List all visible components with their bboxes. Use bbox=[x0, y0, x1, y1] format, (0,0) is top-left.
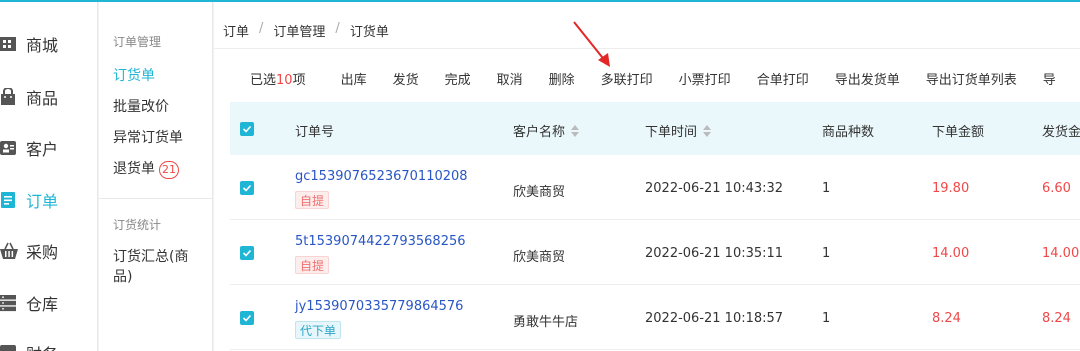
row-checkbox[interactable] bbox=[240, 246, 254, 260]
annotation-arrow-icon bbox=[573, 21, 610, 67]
customer-name: 欣美商贸 bbox=[513, 185, 566, 200]
selection-summary: 已选10项 bbox=[250, 72, 306, 88]
product-kinds: 1 bbox=[822, 246, 831, 261]
product-kinds: 1 bbox=[822, 311, 831, 326]
submenu-item-abnormal-orders[interactable]: 异常订货单 bbox=[113, 127, 183, 147]
main-content: 订单 / 订单管理 / 订货单 已选10项 出库 发货 完成 取消 删除 多联打… bbox=[214, 2, 1080, 351]
returns-count-badge: 21 bbox=[159, 161, 179, 179]
submenu-group-title: 订货统计 bbox=[113, 218, 162, 232]
stock-out-button[interactable]: 出库 bbox=[341, 69, 367, 88]
breadcrumb-separator: / bbox=[259, 21, 264, 36]
submenu-divider bbox=[99, 198, 213, 199]
ship-amount: 14.00 bbox=[1042, 246, 1080, 261]
sort-icon[interactable] bbox=[703, 124, 712, 137]
sort-icon[interactable] bbox=[571, 124, 580, 137]
sidebar-item-label: 商城 bbox=[26, 36, 59, 55]
product-kinds: 1 bbox=[822, 181, 831, 196]
submenu-item-order-summary[interactable]: 订货汇总(商品) bbox=[113, 247, 205, 287]
header-product-kinds: 商品种数 bbox=[822, 125, 875, 140]
breadcrumb-item[interactable]: 订单管理 bbox=[273, 21, 325, 40]
cancel-button[interactable]: 取消 bbox=[497, 69, 523, 88]
order-number-link[interactable]: gc1539076523670110208 bbox=[295, 169, 468, 184]
order-amount: 19.80 bbox=[932, 181, 970, 196]
sidebar-item-label: 采购 bbox=[26, 243, 59, 262]
header-customer[interactable]: 客户名称 bbox=[513, 121, 580, 140]
sidebar-item-warehouse[interactable]: 仓库 bbox=[0, 288, 98, 318]
sidebar-item-customers[interactable]: 客户 bbox=[0, 133, 98, 163]
complete-button[interactable]: 完成 bbox=[445, 69, 471, 88]
order-number-link[interactable]: 5t1539074422793568256 bbox=[295, 234, 466, 249]
customer-name: 欣美商贸 bbox=[513, 250, 566, 265]
order-amount: 8.24 bbox=[932, 311, 961, 326]
header-order-amount: 下单金额 bbox=[932, 125, 985, 140]
sidebar-item-label: 财务 bbox=[26, 341, 58, 351]
sidebar-item-finance[interactable]: 财务 bbox=[0, 338, 98, 351]
order-time: 2022-06-21 10:43:32 bbox=[645, 181, 784, 196]
breadcrumb-separator: / bbox=[335, 21, 340, 36]
row-checkbox[interactable] bbox=[240, 181, 254, 195]
order-amount: 14.00 bbox=[932, 246, 970, 261]
pickup-tag: 自提 bbox=[295, 256, 330, 274]
submenu-item-returns[interactable]: 退货单 21 bbox=[113, 158, 179, 179]
submenu-item-batch-price[interactable]: 批量改价 bbox=[113, 96, 169, 116]
header-order-time[interactable]: 下单时间 bbox=[645, 121, 712, 140]
table-row[interactable]: gc1539076523670110208 自提 欣美商贸 2022-06-21… bbox=[230, 155, 1080, 220]
selected-count: 10 bbox=[276, 72, 293, 88]
submenu-item-order-list[interactable]: 订货单 bbox=[113, 65, 155, 85]
export-order-list-button[interactable]: 导出订货单列表 bbox=[926, 69, 1017, 88]
ship-amount: 8.24 bbox=[1042, 311, 1071, 326]
sidebar-item-orders[interactable]: 订单 bbox=[0, 185, 98, 215]
order-time: 2022-06-21 10:18:57 bbox=[645, 311, 784, 326]
export-shipping-button[interactable]: 导出发货单 bbox=[835, 69, 900, 88]
breadcrumb-item-current: 订货单 bbox=[349, 25, 389, 40]
basket-icon bbox=[0, 242, 18, 260]
order-number-link[interactable]: jy1539070335779864576 bbox=[295, 299, 463, 314]
table-header: 订单号 客户名称 下单时间 商品种数 下单金额 发货金 bbox=[230, 102, 1080, 155]
sidebar-item-label: 订单 bbox=[26, 192, 59, 211]
main-sidebar: 商城 商品 客户 订单 采购 仓库 财务 bbox=[0, 2, 98, 351]
sidebar-item-label: 客户 bbox=[26, 140, 59, 159]
ship-button[interactable]: 发货 bbox=[393, 69, 419, 88]
breadcrumb-item[interactable]: 订单 bbox=[223, 21, 249, 40]
breadcrumb: 订单 / 订单管理 / 订货单 bbox=[223, 21, 389, 40]
merge-print-button[interactable]: 合单打印 bbox=[757, 69, 809, 88]
user-icon bbox=[0, 139, 18, 157]
table-row[interactable]: jy1539070335779864576 代下单 勇敢牛牛店 2022-06-… bbox=[230, 285, 1080, 350]
warehouse-icon bbox=[0, 294, 18, 312]
breadcrumb-divider bbox=[214, 48, 1080, 49]
select-all-checkbox[interactable] bbox=[240, 122, 254, 136]
header-order-no: 订单号 bbox=[295, 125, 335, 140]
receipt-print-button[interactable]: 小票打印 bbox=[679, 69, 731, 88]
bag-icon bbox=[0, 88, 18, 106]
batch-toolbar: 已选10项 出库 发货 完成 取消 删除 多联打印 小票打印 合单打印 导出发货… bbox=[250, 68, 1056, 88]
sidebar-item-purchase[interactable]: 采购 bbox=[0, 236, 98, 266]
order-icon bbox=[0, 191, 18, 209]
table-row[interactable]: 5t1539074422793568256 自提 欣美商贸 2022-06-21… bbox=[230, 220, 1080, 285]
row-checkbox[interactable] bbox=[240, 311, 254, 325]
proxy-order-tag: 代下单 bbox=[295, 321, 342, 339]
submenu-item-label: 退货单 bbox=[113, 161, 155, 177]
sidebar-item-store[interactable]: 商城 bbox=[0, 29, 98, 59]
header-ship-amount: 发货金 bbox=[1042, 125, 1080, 140]
customer-name: 勇敢牛牛店 bbox=[513, 315, 579, 330]
export-more-button[interactable]: 导 bbox=[1043, 69, 1056, 88]
submenu-group-title: 订单管理 bbox=[113, 35, 162, 49]
pickup-tag: 自提 bbox=[295, 191, 330, 209]
finance-icon bbox=[0, 344, 18, 351]
sidebar-item-products[interactable]: 商品 bbox=[0, 82, 98, 112]
store-icon bbox=[0, 35, 18, 53]
sidebar-item-label: 商品 bbox=[26, 89, 59, 108]
order-submenu: 订单管理 订货单 批量改价 异常订货单 退货单 21 订货统计 订货汇总(商品) bbox=[99, 2, 213, 351]
order-time: 2022-06-21 10:35:11 bbox=[645, 246, 784, 261]
sidebar-item-label: 仓库 bbox=[26, 295, 59, 314]
ship-amount: 6.60 bbox=[1042, 181, 1071, 196]
